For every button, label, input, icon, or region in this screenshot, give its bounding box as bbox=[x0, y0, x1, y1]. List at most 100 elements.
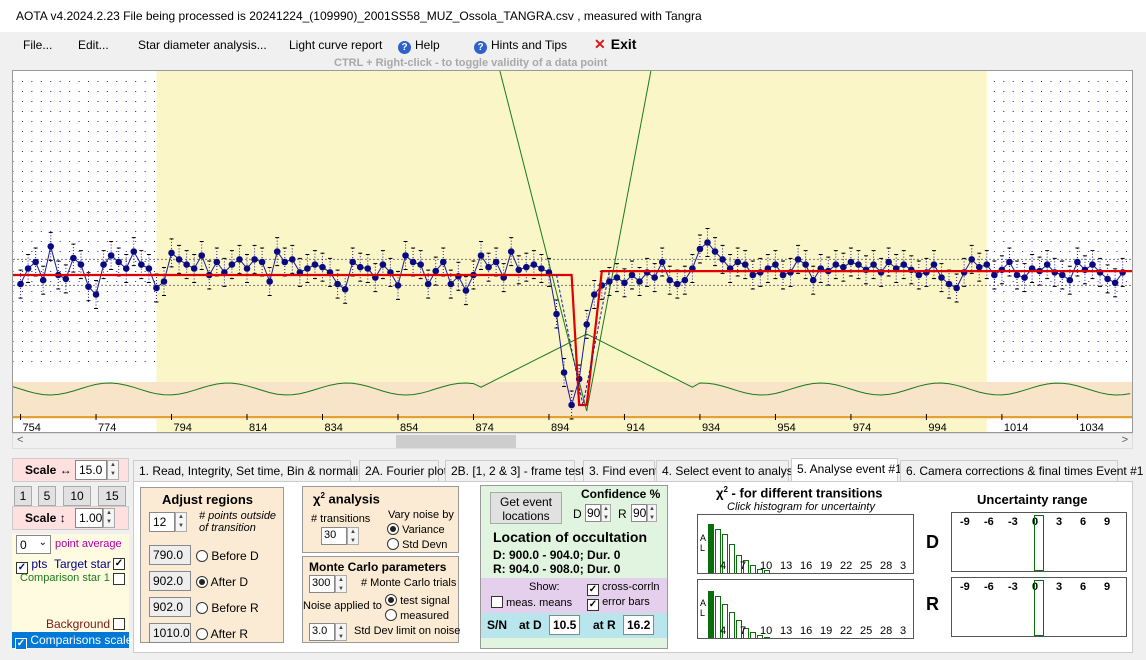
radio-icon bbox=[196, 576, 208, 588]
scroll-right-icon[interactable]: > bbox=[1122, 434, 1128, 446]
confidence-r-input[interactable]: 90 bbox=[631, 504, 647, 522]
transitions-spinner[interactable]: ▲ ▼ bbox=[347, 527, 359, 545]
histogram-bar[interactable] bbox=[708, 591, 714, 638]
tab-select-event[interactable]: 4. Select event to analyse bbox=[656, 460, 799, 481]
light-curve-plot[interactable]: 754 774 794 814 834 854 874 894 914 934 954 974 994 1… bbox=[12, 70, 1133, 433]
data-point bbox=[809, 276, 817, 284]
before-r-radio[interactable]: Before R bbox=[196, 601, 259, 615]
histogram-d[interactable]: A L 4 7 10 13 16 19 22 25 28 3 bbox=[697, 514, 914, 574]
data-point bbox=[704, 239, 711, 246]
analysis-region bbox=[156, 71, 987, 432]
monte-carlo-group: Monte Carlo parameters 300 ▲ ▼ # Monte Ca… bbox=[302, 556, 461, 643]
data-point bbox=[213, 258, 221, 266]
data-point bbox=[1013, 271, 1021, 279]
histogram-bar[interactable] bbox=[729, 544, 735, 573]
data-point bbox=[681, 276, 689, 284]
point-average-select[interactable]: 0 ⌄ bbox=[16, 535, 51, 554]
histogram-bar[interactable] bbox=[750, 631, 756, 638]
confidence-d-spinner[interactable]: ▲ ▼ bbox=[601, 504, 611, 522]
std-dev-limit-label: Std Dev limit on noise bbox=[354, 625, 461, 637]
tab-analyse-event[interactable]: 5. Analyse event #1 bbox=[791, 458, 902, 482]
histogram-bar[interactable] bbox=[729, 612, 735, 638]
scale-horizontal-input[interactable]: 15.0 bbox=[75, 460, 107, 480]
histogram-tick: 7 bbox=[740, 625, 747, 637]
tab-fourier-plot[interactable]: 2A. Fourier plot bbox=[359, 460, 447, 481]
menu-file[interactable]: File... bbox=[23, 38, 52, 52]
background-checkbox[interactable] bbox=[113, 618, 125, 630]
stddevn-radio[interactable]: Std Devn bbox=[387, 538, 447, 551]
light-curve-svg[interactable]: 754 774 794 814 834 854 874 894 914 934 954 974 994 1… bbox=[13, 71, 1133, 433]
histogram-bar[interactable] bbox=[750, 565, 756, 573]
meas-means-checkbox[interactable]: meas. means bbox=[491, 596, 572, 609]
scale-horizontal-spinner[interactable]: ▲ ▼ bbox=[107, 460, 119, 480]
preset-10-button[interactable]: 10 bbox=[63, 486, 91, 506]
histogram-r[interactable]: A L 4 7 10 13 16 19 22 25 28 3 bbox=[697, 579, 914, 639]
uncertainty-title: Uncertainty range bbox=[977, 492, 1088, 507]
data-point bbox=[802, 261, 809, 268]
histogram-bar[interactable] bbox=[708, 523, 714, 573]
after-d-radio[interactable]: After D bbox=[196, 575, 248, 589]
at-r-label: at R bbox=[593, 618, 616, 632]
data-point bbox=[507, 248, 515, 255]
variance-radio[interactable]: Variance bbox=[387, 523, 445, 536]
data-point bbox=[341, 286, 349, 293]
radio-icon bbox=[196, 602, 208, 614]
menu-help[interactable]: ? Help bbox=[398, 38, 440, 54]
preset-1-button[interactable]: 1 bbox=[14, 486, 32, 506]
scale-vertical-spinner[interactable]: ▲ ▼ bbox=[103, 508, 115, 528]
data-point bbox=[379, 261, 387, 268]
test-signal-radio[interactable]: test signal bbox=[385, 594, 450, 607]
histogram-d-label: D bbox=[926, 532, 939, 552]
menu-hints[interactable]: ? Hints and Tips bbox=[474, 38, 567, 54]
target-star-checkbox[interactable]: ✓ bbox=[113, 558, 125, 570]
std-dev-limit-input[interactable]: 3.0 bbox=[309, 623, 335, 641]
cross-corr-checkbox[interactable]: ✓ cross-corrln bbox=[587, 581, 660, 596]
preset-5-button[interactable]: 5 bbox=[38, 486, 56, 506]
points-outside-spinner[interactable]: ▲ ▼ bbox=[175, 512, 187, 532]
points-outside-input[interactable]: 12 bbox=[149, 512, 175, 532]
horizontal-scrollbar[interactable]: < > bbox=[12, 433, 1133, 449]
data-point bbox=[1066, 276, 1074, 284]
histogram-tick: 13 bbox=[780, 625, 793, 637]
data-point bbox=[1089, 261, 1096, 268]
comparisons-scaled-checkbox[interactable]: ✓ Comparisons scaled bbox=[12, 632, 139, 650]
menu-star-diameter[interactable]: Star diameter analysis... bbox=[138, 38, 267, 52]
std-dev-limit-spinner[interactable]: ▲ ▼ bbox=[335, 623, 347, 641]
after-r-radio[interactable]: After R bbox=[196, 627, 248, 641]
histogram-bar[interactable] bbox=[764, 636, 770, 638]
data-point bbox=[568, 401, 575, 409]
transitions-input[interactable]: 30 bbox=[321, 527, 347, 545]
histogram-r-label: R bbox=[926, 594, 939, 614]
before-d-radio[interactable]: Before D bbox=[196, 549, 259, 563]
data-point bbox=[349, 258, 356, 266]
data-point bbox=[915, 271, 923, 279]
x-tick-label: 874 bbox=[475, 422, 493, 433]
data-point bbox=[832, 261, 840, 268]
data-point bbox=[734, 258, 741, 266]
comparison-star-checkbox[interactable] bbox=[113, 573, 125, 585]
menu-exit[interactable]: ✕ Exit bbox=[594, 36, 636, 53]
menu-edit[interactable]: Edit... bbox=[78, 38, 109, 52]
scale-horizontal-box: Scale ↔ 15.0 ▲ ▼ bbox=[12, 458, 129, 482]
tab-find-events[interactable]: 3. Find events bbox=[583, 460, 664, 481]
monte-carlo-trials-input[interactable]: 300 bbox=[309, 575, 335, 593]
confidence-r-spinner[interactable]: ▲ ▼ bbox=[647, 504, 657, 522]
menu-light-curve-report[interactable]: Light curve report bbox=[289, 38, 382, 52]
data-point bbox=[289, 256, 296, 263]
get-event-locations-button[interactable]: Get event locations bbox=[490, 492, 562, 524]
tab-frame-test[interactable]: 2B. [1, 2 & 3] - frame test bbox=[445, 460, 584, 481]
scrollbar-thumb[interactable] bbox=[396, 435, 516, 448]
error-bars-checkbox[interactable]: ✓ error bars bbox=[587, 596, 650, 611]
monte-carlo-trials-spinner[interactable]: ▲ ▼ bbox=[335, 575, 347, 593]
transitions-label: # transitions bbox=[311, 513, 371, 525]
tab-camera-corrections[interactable]: 6. Camera corrections & final times Even… bbox=[900, 460, 1143, 481]
data-point bbox=[1043, 261, 1051, 268]
tab-read-integrity[interactable]: 1. Read, Integrity, Set time, Bin & norm… bbox=[133, 460, 371, 481]
menu-hints-label: Hints and Tips bbox=[491, 38, 568, 52]
scroll-left-icon[interactable]: < bbox=[17, 434, 23, 446]
data-point bbox=[417, 261, 424, 268]
measured-radio[interactable]: measured bbox=[385, 609, 449, 622]
preset-15-button[interactable]: 15 bbox=[98, 486, 126, 506]
confidence-d-input[interactable]: 90 bbox=[585, 504, 601, 522]
scale-vertical-input[interactable]: 1.00 bbox=[75, 508, 103, 528]
